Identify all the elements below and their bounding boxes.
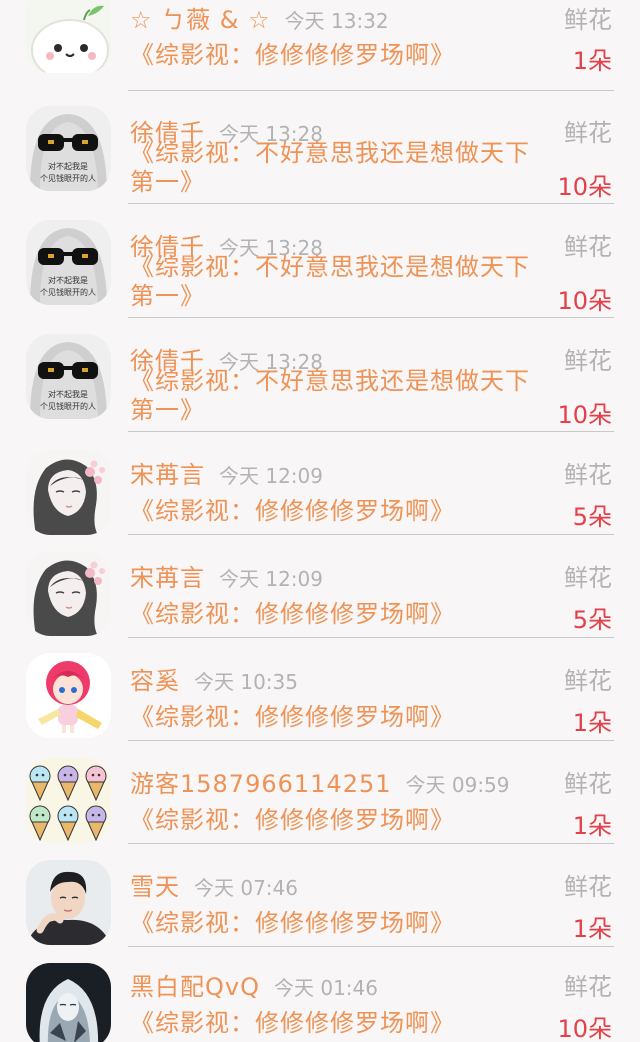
- row-divider: [128, 946, 614, 947]
- gift-type-label: 鲜花: [564, 233, 612, 261]
- flower-count: 10朵: [557, 401, 612, 429]
- gift-record-row[interactable]: ☆ ㄅ薇 & ☆ 今天 13:32 鲜花 《综影视：修修修修罗场啊》 1朵: [0, 0, 640, 100]
- svg-text:个见钱眼开的人: 个见钱眼开的人: [40, 287, 96, 297]
- sender-line: ☆ ㄅ薇 & ☆ 今天 13:32: [130, 0, 389, 35]
- gift-time: 今天 13:32: [284, 9, 389, 33]
- sender-name[interactable]: 宋苒言: [130, 461, 205, 489]
- flower-count: 1朵: [572, 47, 612, 75]
- book-title-link[interactable]: 《综影视：修修修修罗场啊》: [130, 497, 550, 526]
- sender-name[interactable]: 黑白配QvQ: [130, 973, 260, 1001]
- row-divider: [128, 534, 614, 535]
- man-portrait-avatar[interactable]: [26, 860, 111, 945]
- gift-time: 今天 12:09: [219, 567, 323, 591]
- book-title-link[interactable]: 《综影视：修修修修罗场啊》: [130, 806, 550, 835]
- flower-count: 1朵: [572, 812, 612, 840]
- svg-text:对不起我是: 对不起我是: [48, 161, 88, 171]
- sunglasses-ghost-avatar[interactable]: 对不起我是 个见钱眼开的人: [26, 220, 111, 305]
- sunglasses-ghost-avatar[interactable]: 对不起我是 个见钱眼开的人: [26, 334, 111, 419]
- sender-line: 游客1587966114251 今天 09:59: [130, 764, 510, 799]
- svg-text:个见钱眼开的人: 个见钱眼开的人: [40, 173, 96, 183]
- sender-name[interactable]: 宋苒言: [130, 564, 205, 592]
- gift-time: 今天 09:59: [405, 773, 510, 797]
- book-title-link[interactable]: 《综影视：不好意思我还是想做天下第一》: [130, 367, 550, 425]
- sender-name[interactable]: ☆ ㄅ薇 & ☆: [130, 6, 271, 34]
- book-title-link[interactable]: 《综影视：修修修修罗场啊》: [130, 703, 550, 732]
- gift-record-row[interactable]: 宋苒言 今天 12:09 鲜花 《综影视：修修修修罗场啊》 5朵: [0, 444, 640, 547]
- book-title-link[interactable]: 《综影视：不好意思我还是想做天下第一》: [130, 139, 550, 197]
- gift-type-label: 鲜花: [564, 973, 612, 1001]
- sender-line: 宋苒言 今天 12:09: [130, 558, 323, 593]
- gift-type-label: 鲜花: [564, 347, 612, 375]
- ice-cream-avatar[interactable]: [26, 758, 111, 843]
- gift-record-row[interactable]: 对不起我是 个见钱眼开的人 徐倩千 今天 13:28 鲜花 《综影视：不好意思我还是想…: [0, 216, 640, 330]
- gift-time: 今天 10:35: [194, 670, 298, 694]
- gift-time: 今天 12:09: [219, 464, 323, 488]
- gift-time: 今天 01:46: [273, 976, 378, 1000]
- gift-record-row[interactable]: 容奚 今天 10:35 鲜花 《综影视：修修修修罗场啊》 1朵: [0, 650, 640, 753]
- row-divider: [128, 90, 614, 91]
- flower-count: 1朵: [572, 915, 612, 943]
- row-divider: [128, 203, 614, 204]
- gift-type-label: 鲜花: [564, 6, 612, 34]
- gift-record-row[interactable]: 雪天 今天 07:46 鲜花 《综影视：修修修修罗场啊》 1朵: [0, 856, 640, 959]
- chibi-girl-avatar[interactable]: [26, 653, 111, 738]
- svg-text:对不起我是: 对不起我是: [48, 275, 88, 285]
- dark-anime-avatar[interactable]: [26, 963, 111, 1042]
- sender-name[interactable]: 游客1587966114251: [130, 770, 392, 798]
- gift-record-row[interactable]: 对不起我是 个见钱眼开的人 徐倩千 今天 13:28 鲜花 《综影视：不好意思我还是想…: [0, 330, 640, 444]
- svg-text:对不起我是: 对不起我是: [48, 389, 88, 399]
- row-divider: [128, 637, 614, 638]
- gift-type-label: 鲜花: [564, 461, 612, 489]
- sender-line: 雪天 今天 07:46: [130, 867, 298, 902]
- gift-record-list: ☆ ㄅ薇 & ☆ 今天 13:32 鲜花 《综影视：修修修修罗场啊》 1朵 对不起我是 …: [0, 0, 640, 1042]
- row-divider: [128, 317, 614, 318]
- flower-count: 5朵: [572, 606, 612, 634]
- sender-line: 宋苒言 今天 12:09: [130, 455, 323, 490]
- flower-count: 10朵: [557, 287, 612, 315]
- book-title-link[interactable]: 《综影视：修修修修罗场啊》: [130, 1009, 550, 1038]
- sender-line: 容奚 今天 10:35: [130, 661, 298, 696]
- gift-type-label: 鲜花: [564, 667, 612, 695]
- row-divider: [128, 431, 614, 432]
- sender-name[interactable]: 雪天: [130, 873, 180, 901]
- flower-count: 10朵: [557, 1015, 612, 1042]
- gift-type-label: 鲜花: [564, 119, 612, 147]
- flower-count: 5朵: [572, 503, 612, 531]
- bun-face-avatar[interactable]: [26, 0, 111, 73]
- gift-type-label: 鲜花: [564, 873, 612, 901]
- book-title-link[interactable]: 《综影视：修修修修罗场啊》: [130, 41, 550, 70]
- book-title-link[interactable]: 《综影视：修修修修罗场啊》: [130, 600, 550, 629]
- sketch-girl-avatar[interactable]: [26, 450, 111, 535]
- gift-record-row[interactable]: 宋苒言 今天 12:09 鲜花 《综影视：修修修修罗场啊》 5朵: [0, 547, 640, 650]
- gift-record-row[interactable]: 游客1587966114251 今天 09:59 鲜花 《综影视：修修修修罗场啊》 1朵: [0, 753, 640, 856]
- flower-count: 1朵: [572, 709, 612, 737]
- row-divider: [128, 843, 614, 844]
- row-divider: [128, 740, 614, 741]
- gift-record-row[interactable]: 黑白配QvQ 今天 01:46 鲜花 《综影视：修修修修罗场啊》 10朵: [0, 959, 640, 1042]
- gift-record-row[interactable]: 对不起我是 个见钱眼开的人 徐倩千 今天 13:28 鲜花 《综影视：不好意思我还是想…: [0, 102, 640, 216]
- book-title-link[interactable]: 《综影视：不好意思我还是想做天下第一》: [130, 253, 550, 311]
- gift-type-label: 鲜花: [564, 564, 612, 592]
- sketch-girl-avatar[interactable]: [26, 551, 111, 636]
- gift-type-label: 鲜花: [564, 770, 612, 798]
- flower-count: 10朵: [557, 173, 612, 201]
- sender-name[interactable]: 容奚: [130, 667, 180, 695]
- svg-text:个见钱眼开的人: 个见钱眼开的人: [40, 401, 96, 411]
- gift-time: 今天 07:46: [194, 876, 298, 900]
- sunglasses-ghost-avatar[interactable]: 对不起我是 个见钱眼开的人: [26, 106, 111, 191]
- book-title-link[interactable]: 《综影视：修修修修罗场啊》: [130, 909, 550, 938]
- sender-line: 黑白配QvQ 今天 01:46: [130, 967, 378, 1002]
